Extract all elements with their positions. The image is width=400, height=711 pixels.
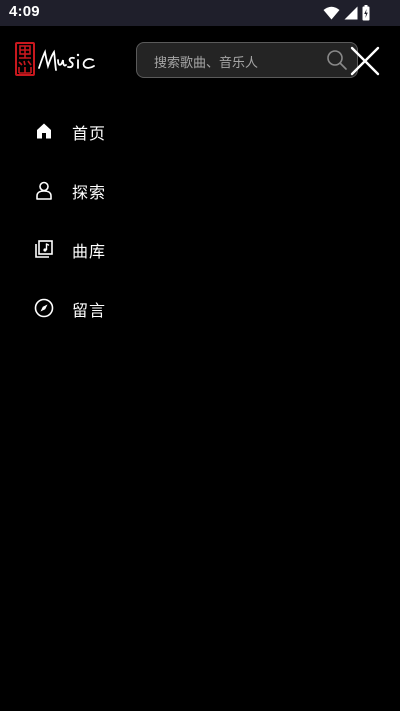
search-icon[interactable] — [325, 48, 349, 72]
search-placeholder: 搜索歌曲、音乐人 — [154, 56, 259, 71]
menu-item-home[interactable]: 首页 — [0, 101, 200, 160]
cellular-signal-icon — [344, 6, 358, 20]
side-menu: 首页 探索 曲库 留言 — [0, 101, 400, 337]
battery-icon — [362, 5, 370, 21]
status-icons — [323, 5, 370, 21]
menu-item-explore[interactable]: 探索 — [0, 160, 200, 219]
app-logo[interactable] — [15, 40, 105, 80]
music-library-icon — [34, 239, 54, 259]
menu-item-library[interactable]: 曲库 — [0, 219, 200, 278]
person-icon — [34, 180, 54, 200]
menu-item-label: 探索 — [72, 183, 107, 202]
wifi-icon — [323, 6, 340, 20]
close-icon[interactable] — [350, 46, 380, 76]
menu-item-label: 首页 — [72, 124, 107, 143]
status-bar: 4:09 — [0, 0, 400, 26]
compass-icon — [34, 298, 54, 318]
menu-item-messages[interactable]: 留言 — [0, 278, 200, 337]
menu-item-label: 曲库 — [72, 242, 107, 261]
status-time: 4:09 — [9, 3, 40, 20]
home-icon — [34, 121, 54, 141]
menu-item-label: 留言 — [72, 301, 107, 320]
